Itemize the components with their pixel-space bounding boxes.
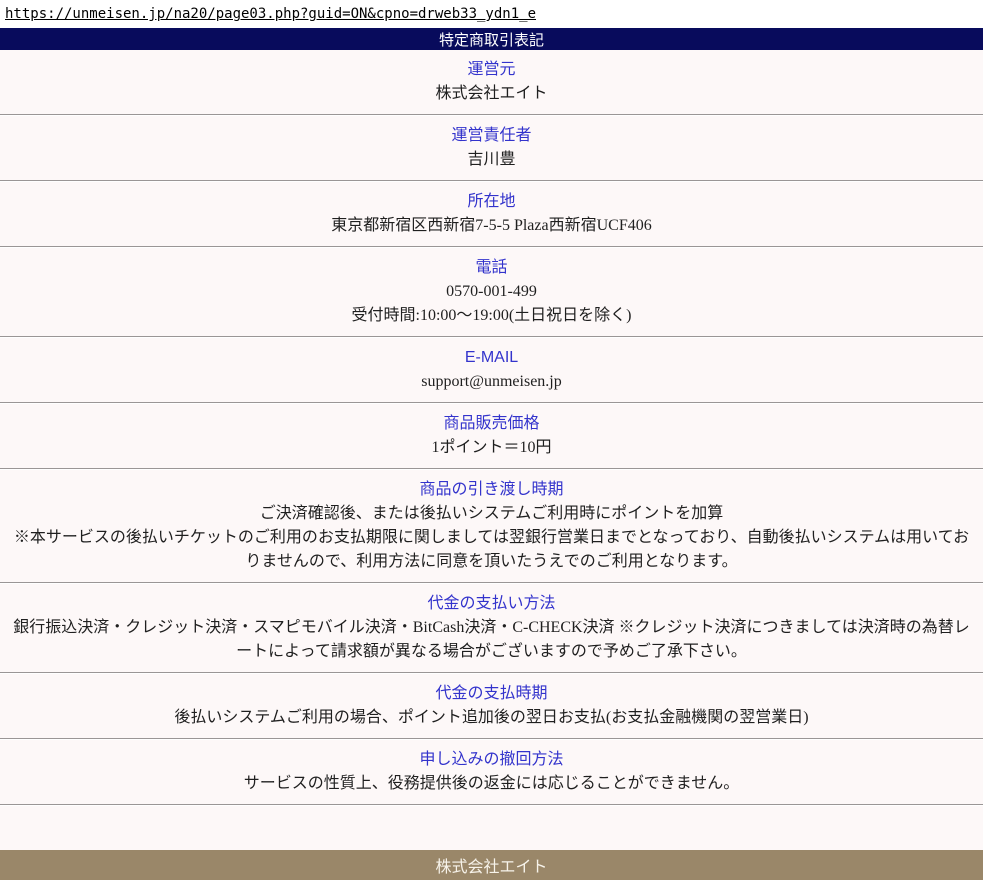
transaction-sections: 運営元株式会社エイト運営責任者吉川豊所在地東京都新宿区西新宿7-5-5 Plaz… bbox=[0, 50, 983, 806]
section-line: 株式会社エイト bbox=[6, 82, 977, 106]
section-heading: 代金の支払時期 bbox=[6, 682, 977, 706]
section-line: 0570-001-499 bbox=[6, 280, 977, 304]
transaction-section: 運営元株式会社エイト bbox=[0, 50, 983, 114]
transaction-section: 電話0570-001-499受付時間:10:00〜19:00(土日祝日を除く) bbox=[0, 248, 983, 336]
transaction-section: 代金の支払い方法銀行振込決済・クレジット決済・スマピモバイル決済・BitCash… bbox=[0, 584, 983, 672]
transaction-section: 商品の引き渡し時期ご決済確認後、または後払いシステムご利用時にポイントを加算※本… bbox=[0, 470, 983, 582]
page-url-link[interactable]: https://unmeisen.jp/na20/page03.php?guid… bbox=[5, 6, 536, 22]
section-line: 1ポイント＝10円 bbox=[6, 436, 977, 460]
section-heading: 商品の引き渡し時期 bbox=[6, 478, 977, 502]
section-heading: 運営元 bbox=[6, 58, 977, 82]
section-heading: 電話 bbox=[6, 256, 977, 280]
section-line: ※本サービスの後払いチケットのご利用のお支払期限に関しましては翌銀行営業日までと… bbox=[6, 526, 977, 574]
section-line: 銀行振込決済・クレジット決済・スマピモバイル決済・BitCash決済・C-CHE… bbox=[6, 616, 977, 664]
footer-company-name: 株式会社エイト bbox=[435, 853, 547, 877]
section-line: 後払いシステムご利用の場合、ポイント追加後の翌日お支払(お支払金融機関の翌営業日… bbox=[6, 706, 977, 730]
section-line: ご決済確認後、または後払いシステムご利用時にポイントを加算 bbox=[6, 502, 977, 526]
section-line: 受付時間:10:00〜19:00(土日祝日を除く) bbox=[6, 304, 977, 328]
footer-gap bbox=[0, 806, 983, 850]
section-line: 吉川豊 bbox=[6, 148, 977, 172]
page-title: 特定商取引表記 bbox=[439, 29, 544, 50]
transaction-section: 運営責任者吉川豊 bbox=[0, 116, 983, 180]
section-line: 東京都新宿区西新宿7-5-5 Plaza西新宿UCF406 bbox=[6, 214, 977, 238]
section-heading: 運営責任者 bbox=[6, 124, 977, 148]
transaction-section: 商品販売価格1ポイント＝10円 bbox=[0, 404, 983, 468]
section-heading: 申し込みの撤回方法 bbox=[6, 748, 977, 772]
section-heading: 商品販売価格 bbox=[6, 412, 977, 436]
section-line: support@unmeisen.jp bbox=[6, 370, 977, 394]
section-heading: 代金の支払い方法 bbox=[6, 592, 977, 616]
transaction-section: 代金の支払時期後払いシステムご利用の場合、ポイント追加後の翌日お支払(お支払金融… bbox=[0, 674, 983, 738]
section-line: サービスの性質上、役務提供後の返金には応じることができません。 bbox=[6, 772, 977, 796]
section-heading: E-MAIL bbox=[6, 346, 977, 370]
page-title-bar: 特定商取引表記 bbox=[0, 28, 983, 50]
transaction-section: E-MAILsupport@unmeisen.jp bbox=[0, 338, 983, 402]
transaction-section: 所在地東京都新宿区西新宿7-5-5 Plaza西新宿UCF406 bbox=[0, 182, 983, 246]
transaction-section: 申し込みの撤回方法サービスの性質上、役務提供後の返金には応じることができません。 bbox=[0, 740, 983, 804]
section-heading: 所在地 bbox=[6, 190, 977, 214]
page-url-strip: https://unmeisen.jp/na20/page03.php?guid… bbox=[0, 0, 983, 28]
